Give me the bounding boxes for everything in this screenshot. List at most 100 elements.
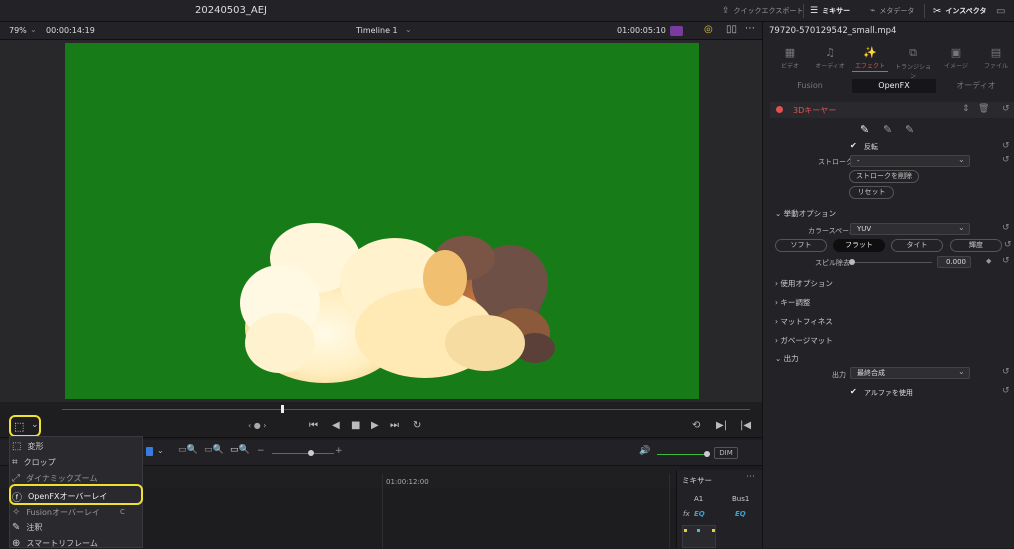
- section-output[interactable]: ⌄ 出力: [775, 353, 799, 364]
- zoom-custom-icon[interactable]: ▭🔍: [230, 445, 250, 455]
- reset-icon[interactable]: ↺: [1002, 256, 1010, 266]
- more-options-icon[interactable]: ⋯: [746, 472, 755, 482]
- section-matte-finesse[interactable]: › マットフィネス: [775, 316, 833, 327]
- sort-icon[interactable]: ⇕: [962, 104, 970, 114]
- volume-icon[interactable]: 🔊: [639, 446, 650, 456]
- section-garbage-matte[interactable]: › ガベージマット: [775, 335, 833, 346]
- prev-edit-icon[interactable]: |◀: [740, 420, 751, 431]
- tab-file[interactable]: ▤ ファイル: [976, 46, 1014, 70]
- play-icon[interactable]: ▶: [371, 420, 379, 431]
- quick-export-button[interactable]: ⇪ クイックエクスポート: [722, 4, 803, 18]
- use-alpha-checkbox[interactable]: ✔: [850, 387, 857, 396]
- volume-handle[interactable]: [704, 451, 710, 457]
- delete-stroke-button[interactable]: ストロークを削除: [849, 170, 919, 183]
- softness-soft[interactable]: ソフト: [775, 239, 827, 252]
- timeline-name[interactable]: Timeline 1: [356, 26, 398, 35]
- loop-icon[interactable]: ↻: [413, 420, 421, 431]
- eq-button[interactable]: EQ: [694, 510, 705, 518]
- tab-video[interactable]: ▦ ビデオ: [770, 46, 810, 70]
- split-view-icon[interactable]: ▯▯: [726, 24, 737, 35]
- zoom-full-icon[interactable]: ▭🔍: [178, 445, 198, 455]
- softness-flat[interactable]: フラット: [833, 239, 885, 252]
- section-usage[interactable]: › 使用オプション: [775, 278, 833, 289]
- chevron-down-icon[interactable]: ⌄: [30, 25, 37, 34]
- zoom-slider-handle[interactable]: [308, 450, 314, 456]
- menu-item-transform[interactable]: ⬚ 変形: [12, 441, 43, 452]
- scrub-track[interactable]: [62, 409, 750, 410]
- spill-value[interactable]: 0.000: [937, 256, 971, 268]
- eyedropper-icon[interactable]: ✎: [860, 123, 869, 136]
- zoom-in-icon[interactable]: +: [335, 446, 343, 456]
- monitor-icon[interactable]: ▭: [996, 4, 1005, 18]
- next-edit-icon[interactable]: ▶|: [716, 420, 727, 431]
- chevron-down-icon[interactable]: ⌄: [958, 367, 965, 376]
- reset-icon[interactable]: ↺: [1002, 386, 1010, 396]
- stroke-dropdown[interactable]: -: [850, 155, 970, 167]
- flag-icon[interactable]: [146, 447, 153, 456]
- playhead[interactable]: [281, 405, 284, 413]
- zoom-detail-icon[interactable]: ▭🔍: [204, 445, 224, 455]
- chevron-down-icon[interactable]: ⌄: [31, 420, 39, 430]
- color-wheel-icon[interactable]: ◎: [704, 24, 713, 35]
- file-icon: ▤: [990, 46, 1002, 59]
- last-frame-icon[interactable]: ⏭: [390, 420, 399, 431]
- spill-slider-handle[interactable]: [849, 259, 855, 265]
- zoom-out-icon[interactable]: −: [257, 446, 265, 456]
- eyedropper-plus-icon[interactable]: ✎: [905, 123, 914, 136]
- subtab-audio[interactable]: オーディオ: [938, 79, 1014, 93]
- reset-icon[interactable]: ↺: [1002, 155, 1010, 165]
- chevron-down-icon[interactable]: ⌄: [157, 446, 164, 455]
- menu-item-crop[interactable]: ⌗ クロップ: [12, 457, 56, 468]
- reset-icon[interactable]: ↺: [1002, 223, 1010, 233]
- chevron-down-icon[interactable]: ⌄: [405, 25, 412, 34]
- reset-button[interactable]: リセット: [849, 186, 894, 199]
- play-reverse-icon[interactable]: ◀: [332, 420, 340, 431]
- menu-item-openfx-overlay[interactable]: ⓕ OpenFXオーバーレイ: [12, 489, 107, 504]
- menu-item-annotation[interactable]: ✎ 注釈: [12, 522, 42, 533]
- zoom-slider[interactable]: [272, 453, 334, 454]
- chevron-down-icon[interactable]: ⌄: [958, 155, 965, 164]
- match-frame-icon[interactable]: ⟲: [692, 420, 700, 431]
- keyframe-icon[interactable]: ◆: [986, 257, 991, 265]
- softness-luma[interactable]: 輝度: [950, 239, 1002, 252]
- reset-icon[interactable]: ↺: [1002, 104, 1010, 114]
- reset-icon[interactable]: ↺: [1004, 240, 1012, 250]
- reset-icon[interactable]: ↺: [1002, 367, 1010, 377]
- menu-item-dynamic-zoom[interactable]: ⤢ ダイナミックズーム: [12, 473, 97, 484]
- more-options-icon[interactable]: ⋯: [745, 23, 755, 34]
- inspector-button[interactable]: ✂ インスペクタ: [933, 4, 986, 18]
- scrub-bar[interactable]: [0, 402, 762, 418]
- menu-item-fusion-overlay[interactable]: ✧ Fusionオーバーレイ: [12, 507, 100, 518]
- jog-control-icon[interactable]: ‹ ● ›: [248, 421, 266, 430]
- stop-icon[interactable]: ■: [351, 420, 360, 431]
- effect-enable-icon[interactable]: [776, 106, 783, 113]
- volume-slider[interactable]: [657, 454, 707, 455]
- trash-icon[interactable]: 🗑: [978, 104, 989, 114]
- fx-label[interactable]: fx: [683, 510, 690, 518]
- zoom-level[interactable]: 79%: [9, 26, 27, 35]
- eq-button[interactable]: EQ: [735, 510, 746, 518]
- tab-image[interactable]: ▣ イメージ: [936, 46, 976, 70]
- output-dropdown[interactable]: 最終合成: [850, 367, 970, 379]
- invert-checkbox[interactable]: ✔: [850, 141, 858, 150]
- softness-tight[interactable]: タイト: [891, 239, 943, 252]
- metadata-button[interactable]: ⌁ メタデータ: [870, 4, 914, 18]
- transform-icon: ⬚: [12, 441, 22, 452]
- eyedropper-minus-icon[interactable]: ✎: [883, 123, 892, 136]
- chevron-down-icon[interactable]: ⌄: [958, 223, 965, 232]
- spill-slider[interactable]: [852, 262, 932, 263]
- menu-item-smart-reframe[interactable]: ⊕ スマートリフレーム: [12, 538, 98, 549]
- colorspace-dropdown[interactable]: YUV: [850, 223, 970, 235]
- tab-audio[interactable]: ♫ オーディオ: [810, 46, 850, 70]
- subtab-openfx[interactable]: OpenFX: [852, 79, 936, 93]
- section-key-adjust[interactable]: › キー調整: [775, 297, 810, 308]
- section-behavior[interactable]: ⌄ 挙動オプション: [775, 208, 836, 219]
- subtab-fusion[interactable]: Fusion: [770, 79, 850, 93]
- mixer-button[interactable]: ☰ ミキサー: [810, 4, 850, 18]
- dim-button[interactable]: DIM: [714, 447, 738, 459]
- tab-effects[interactable]: ✨ エフェクト: [850, 46, 890, 70]
- first-frame-icon[interactable]: ⏮: [309, 420, 318, 431]
- tab-transition[interactable]: ⧉ トランジション: [893, 46, 933, 80]
- output-badge-icon[interactable]: [670, 26, 683, 36]
- reset-icon[interactable]: ↺: [1002, 141, 1010, 151]
